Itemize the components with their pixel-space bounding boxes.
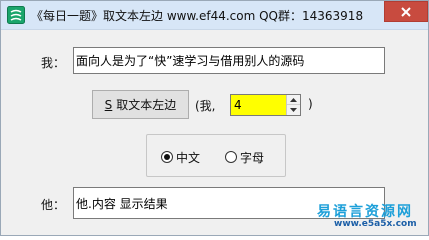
mode-radio-group: 中文 字母	[146, 134, 286, 177]
count-input[interactable]: 4	[231, 95, 287, 115]
he-text-value: 他.内容 显示结果	[76, 197, 168, 211]
button-mnemonic: S	[104, 97, 113, 112]
window-title: 《每日一题》取文本左边 www.ef44.com QQ群：14363918	[31, 9, 364, 23]
radio-chinese[interactable]: 中文	[161, 149, 200, 165]
param-open-label: (我,	[195, 99, 216, 113]
radio-letter[interactable]: 字母	[225, 149, 264, 165]
me-text-input[interactable]: 面向人是为了“快”速学习与借用别人的源码	[73, 47, 385, 74]
he-label: 他：	[41, 198, 66, 212]
app-icon	[7, 6, 25, 24]
chevron-up-icon	[290, 97, 297, 102]
get-left-text-button[interactable]: S 取文本左边	[92, 90, 189, 119]
close-icon	[401, 6, 411, 17]
watermark-site-name: 易语言资源网	[317, 204, 413, 220]
spinner-buttons	[286, 95, 300, 115]
button-label: 取文本左边	[116, 98, 177, 112]
count-value: 4	[234, 98, 242, 112]
spin-down-button[interactable]	[287, 105, 300, 115]
me-label: 我：	[41, 56, 66, 70]
radio-letter-indicator	[225, 151, 237, 163]
me-text-value: 面向人是为了“快”速学习与借用别人的源码	[76, 54, 305, 68]
spin-up-button[interactable]	[287, 95, 300, 105]
chevron-down-icon	[290, 108, 297, 112]
app-window: 《每日一题》取文本左边 www.ef44.com QQ群：14363918 我：…	[0, 0, 429, 236]
watermark-url: www.e5a5x.com	[334, 219, 417, 229]
close-button[interactable]	[384, 1, 428, 22]
count-spinner[interactable]: 4	[230, 94, 301, 116]
param-close-label: )	[308, 97, 313, 111]
title-bar[interactable]: 《每日一题》取文本左边 www.ef44.com QQ群：14363918	[1, 1, 428, 30]
radio-chinese-indicator	[161, 151, 173, 163]
radio-letter-label: 字母	[240, 150, 265, 165]
radio-chinese-label: 中文	[176, 150, 201, 165]
